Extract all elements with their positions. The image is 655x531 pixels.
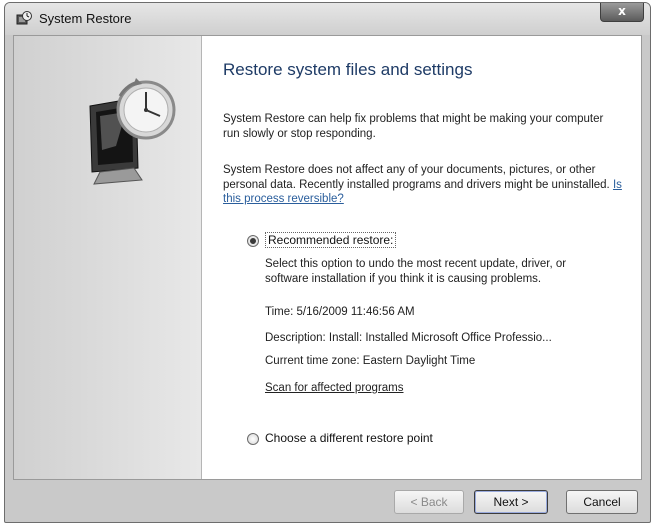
system-restore-icon [15, 10, 33, 28]
different-restore-point-radio[interactable] [247, 433, 259, 445]
restore-time: Time: 5/16/2009 11:46:56 AM [265, 306, 415, 318]
different-restore-point-label[interactable]: Choose a different restore point [265, 431, 433, 445]
cancel-button[interactable]: Cancel [566, 490, 638, 514]
close-icon: x [618, 4, 626, 18]
info-text-body: System Restore does not affect any of yo… [223, 164, 610, 191]
back-button[interactable]: < Back [394, 490, 464, 514]
next-button[interactable]: Next > [474, 490, 548, 514]
scan-affected-programs-link[interactable]: Scan for affected programs [265, 381, 605, 396]
recommended-description: Select this option to undo the most rece… [265, 258, 567, 285]
recommended-restore-label[interactable]: Recommended restore: [265, 232, 397, 248]
page-title: Restore system files and settings [223, 60, 473, 79]
dialog-body: Restore system files and settings System… [13, 35, 642, 480]
system-restore-window: System Restore x Restore system files an… [4, 2, 651, 523]
close-button[interactable]: x [600, 3, 644, 22]
left-banner [14, 36, 202, 479]
button-bar: < Back Next > Cancel [13, 480, 642, 518]
restore-description: Description: Install: Installed Microsof… [265, 332, 552, 344]
clock-monitor-icon [86, 76, 178, 192]
recommended-restore-radio[interactable] [247, 235, 259, 247]
info-text: System Restore does not affect any of yo… [223, 163, 633, 207]
restore-timezone: Current time zone: Eastern Daylight Time [265, 355, 476, 367]
window-title: System Restore [39, 11, 132, 26]
title-bar[interactable]: System Restore x [5, 3, 650, 35]
intro-text: System Restore can help fix problems tha… [223, 113, 604, 140]
